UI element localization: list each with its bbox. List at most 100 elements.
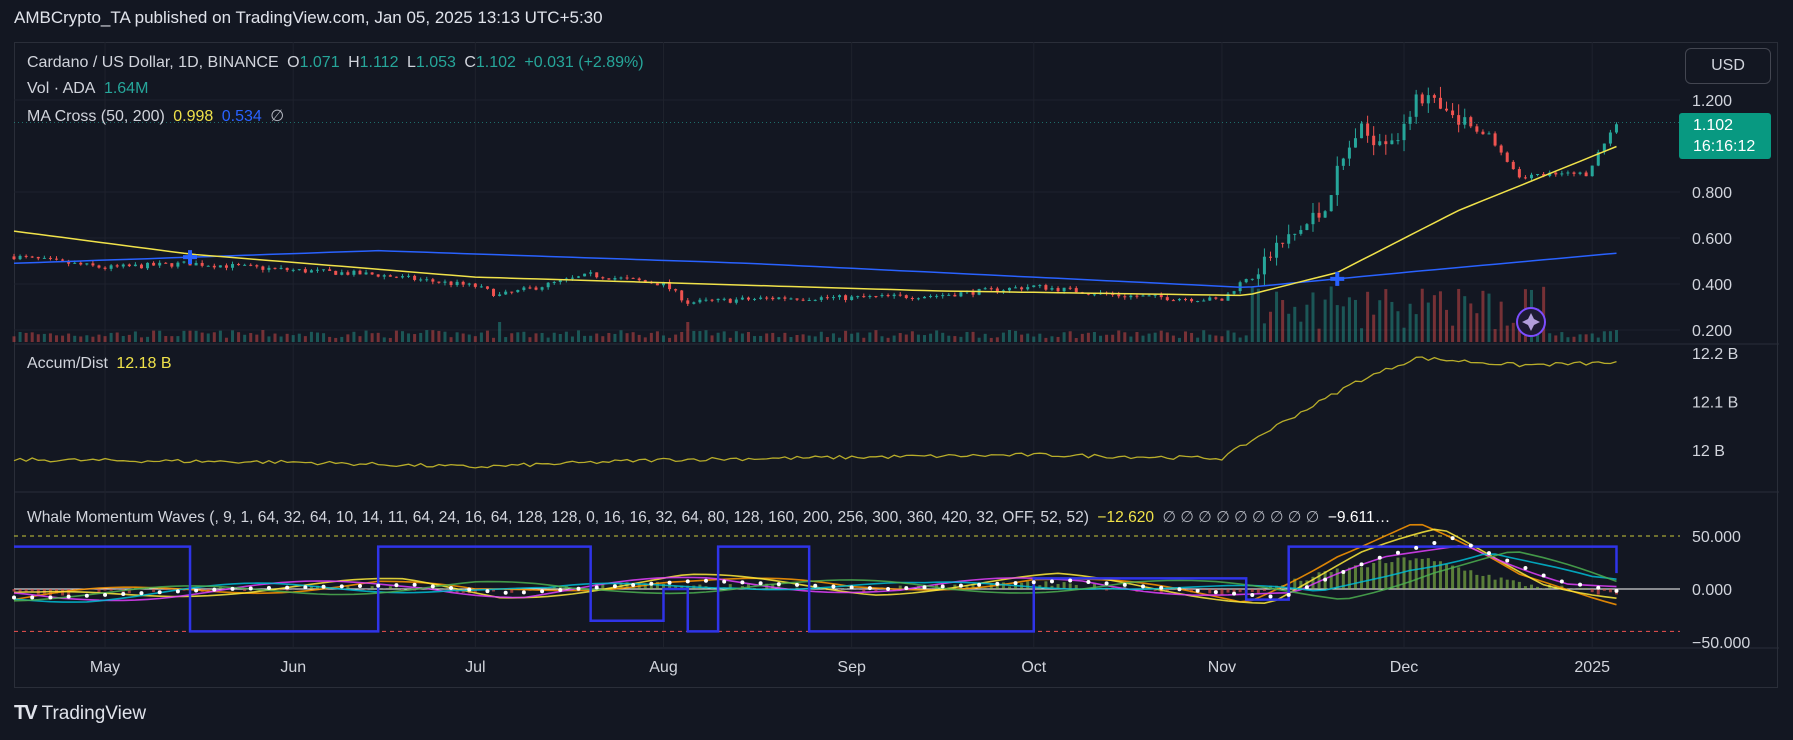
whale-histogram-bar	[1451, 565, 1455, 589]
whale-signal-dot	[1286, 592, 1291, 597]
candle-body	[139, 264, 143, 269]
volume-bar	[1414, 314, 1418, 342]
whale-signal-dot	[1468, 543, 1473, 548]
whale-histogram-bar	[437, 588, 441, 589]
volume-bar	[771, 332, 775, 342]
volume-bar	[831, 333, 835, 342]
volume-bar	[856, 332, 860, 342]
whale-signal-dot	[1195, 588, 1200, 593]
whale-signal-dot	[1432, 541, 1437, 546]
whale-label[interactable]: Whale Momentum Waves (, 9, 1, 64, 32, 64…	[27, 509, 1089, 526]
whale-histogram-bar	[1584, 588, 1588, 589]
candle-body	[1353, 138, 1357, 148]
candle-body	[1566, 172, 1570, 174]
volume-bar	[898, 333, 902, 342]
volume-bar	[534, 333, 538, 342]
volume-bar	[850, 333, 854, 342]
candle-body	[42, 257, 46, 259]
volume-bar	[85, 335, 89, 342]
candle-body	[1050, 288, 1054, 290]
whale-signal-dot	[194, 588, 199, 593]
volume-bar	[218, 330, 222, 342]
volume-bar	[309, 331, 313, 342]
whale-signal-dot	[1213, 590, 1218, 595]
whale-signal-dot	[1268, 594, 1273, 599]
whale-signal-dot	[849, 585, 854, 590]
volume-bar	[455, 332, 459, 342]
whale-histogram-bar	[1542, 588, 1546, 589]
volume-bar	[1614, 330, 1618, 342]
candle-body	[807, 300, 811, 302]
whale-histogram-bar	[1511, 580, 1515, 589]
candle-body	[431, 279, 435, 282]
candle-body	[1335, 165, 1339, 196]
candle-body	[759, 297, 763, 299]
candle-body	[1074, 288, 1078, 293]
candle-body	[1056, 288, 1060, 292]
volume-bar	[61, 335, 65, 342]
volume-bar	[1299, 321, 1303, 342]
whale-axis-tick: −50.000	[1692, 635, 1750, 652]
price-axis-tick: 0.400	[1692, 277, 1732, 294]
volume-bar	[649, 332, 653, 342]
candle-body	[1275, 242, 1279, 258]
whale-signal-dot	[1104, 581, 1109, 586]
volume-bar	[1171, 335, 1175, 342]
whale-histogram-bar	[164, 589, 168, 591]
candle-body	[103, 267, 107, 269]
volume-bar	[1463, 296, 1467, 342]
whale-histogram-bar	[1457, 567, 1461, 589]
volume-bar	[419, 332, 423, 342]
volume-bar	[801, 334, 805, 342]
symbol-name[interactable]: Cardano / US Dollar, 1D, BINANCE	[27, 54, 279, 71]
ma-fast-value: 0.998	[173, 108, 214, 125]
candle-body	[777, 297, 781, 300]
volume-bar	[983, 333, 987, 342]
volume-bar	[710, 335, 714, 342]
candle-body	[1068, 287, 1072, 289]
volume-bar	[200, 332, 204, 342]
volume-bar	[407, 333, 411, 342]
candle-body	[449, 281, 453, 286]
ma-cross-label[interactable]: MA Cross (50, 200)	[27, 108, 165, 125]
candle-body	[54, 258, 58, 260]
whale-signal-dot	[922, 585, 927, 590]
volume-bar	[1305, 304, 1309, 342]
whale-histogram-bar	[1226, 589, 1230, 593]
candle-body	[1378, 141, 1382, 146]
whale-signal-dot	[576, 586, 581, 591]
whale-histogram-bar	[103, 589, 107, 591]
whale-signal-dot	[121, 591, 126, 596]
volume-bar	[625, 333, 629, 342]
candle-body	[352, 270, 356, 275]
whale-histogram-bar	[1250, 589, 1254, 593]
candle-body	[479, 286, 483, 288]
volume-bar	[989, 337, 993, 342]
whale-signal-dot	[321, 584, 326, 589]
candle-body	[1171, 300, 1175, 302]
whale-signal-dot	[1505, 558, 1510, 563]
candle-body	[1323, 211, 1327, 218]
candle-body	[1329, 195, 1333, 212]
volume-bar	[1584, 334, 1588, 342]
volume-bar	[498, 322, 502, 342]
volume-bar	[601, 336, 605, 342]
volume-bar	[170, 336, 174, 342]
candle-body	[170, 263, 174, 267]
volume-bar	[655, 331, 659, 342]
whale-signal-dot	[103, 592, 108, 597]
volume-bar	[1135, 332, 1139, 342]
currency-button[interactable]: USD	[1685, 48, 1771, 84]
whale-histogram-bar	[1360, 567, 1364, 589]
volume-bar	[1287, 313, 1291, 342]
volume-label[interactable]: Vol · ADA	[27, 80, 95, 97]
candle-body	[589, 272, 593, 274]
volume-bar	[941, 332, 945, 342]
whale-signal-dot	[758, 581, 763, 586]
candle-body	[1402, 123, 1406, 141]
accum-dist-label[interactable]: Accum/Dist	[27, 355, 108, 372]
volume-bar	[874, 330, 878, 342]
time-axis-tick: Nov	[1208, 659, 1236, 676]
volume-bar	[1475, 313, 1479, 342]
whale-histogram-bar	[1347, 567, 1351, 589]
